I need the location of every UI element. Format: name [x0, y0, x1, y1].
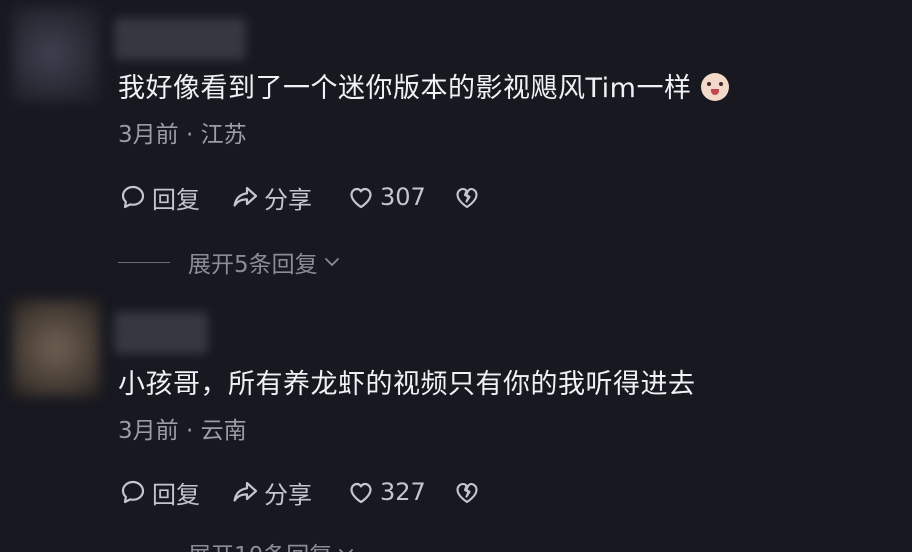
- like-count: 307: [380, 183, 426, 211]
- comment-text-content: 小孩哥，所有养龙虾的视频只有你的我听得进去: [118, 369, 696, 400]
- reply-bubble-icon: [121, 480, 145, 504]
- expand-replies-button[interactable]: 展开5条回复: [118, 247, 342, 278]
- comment-time: 3月前: [118, 122, 179, 148]
- comment-meta: 3月前 · 江苏: [118, 120, 247, 150]
- share-button[interactable]: 分享: [230, 180, 312, 214]
- comment-meta: 3月前 · 云南: [118, 416, 247, 446]
- chevron-down-icon: [324, 258, 339, 266]
- expand-replies-label: 展开5条回复: [188, 252, 318, 278]
- username-redacted[interactable]: [114, 312, 208, 354]
- reply-label: 回复: [152, 480, 200, 509]
- comment-text: 小孩哥，所有养龙虾的视频只有你的我听得进去: [118, 368, 696, 402]
- comment-list: 我好像看到了一个迷你版本的影视飓风Tim一样 3月前 · 江苏 回复 分享 30…: [0, 0, 912, 552]
- expand-replies-button[interactable]: 展开10条回复: [118, 538, 356, 552]
- reply-bubble-icon: [121, 185, 145, 209]
- meta-separator: ·: [178, 418, 201, 444]
- comment-text-content: 我好像看到了一个迷你版本的影视飓风Tim一样: [118, 73, 692, 104]
- comment-time: 3月前: [118, 418, 179, 444]
- reply-label: 回复: [152, 185, 200, 214]
- chevron-down-icon: [339, 549, 354, 552]
- dislike-button[interactable]: [452, 475, 486, 509]
- comment-location: 云南: [200, 418, 247, 444]
- share-label: 分享: [264, 480, 312, 509]
- like-button[interactable]: 327: [346, 475, 426, 509]
- reply-button[interactable]: 回复: [118, 475, 200, 509]
- avatar[interactable]: [12, 6, 100, 102]
- avatar[interactable]: [12, 300, 100, 396]
- expand-replies-label: 展开10条回复: [188, 536, 332, 552]
- reply-button[interactable]: 回复: [118, 180, 200, 214]
- comment-text: 我好像看到了一个迷你版本的影视飓风Tim一样: [118, 72, 730, 106]
- grinning-cat-emoji-icon: [701, 73, 730, 101]
- share-label: 分享: [264, 185, 312, 214]
- broken-heart-icon: [456, 187, 478, 209]
- heart-icon: [350, 187, 372, 209]
- heart-icon: [350, 482, 372, 504]
- like-count: 327: [380, 478, 426, 506]
- share-arrow-icon: [233, 481, 258, 502]
- broken-heart-icon: [456, 482, 478, 504]
- dislike-button[interactable]: [452, 180, 486, 214]
- expand-divider-line: [118, 261, 170, 263]
- like-button[interactable]: 307: [346, 180, 426, 214]
- meta-separator: ·: [178, 122, 201, 148]
- share-arrow-icon: [233, 186, 258, 207]
- comment-location: 江苏: [200, 122, 247, 148]
- share-button[interactable]: 分享: [230, 475, 312, 509]
- username-redacted[interactable]: [114, 18, 246, 60]
